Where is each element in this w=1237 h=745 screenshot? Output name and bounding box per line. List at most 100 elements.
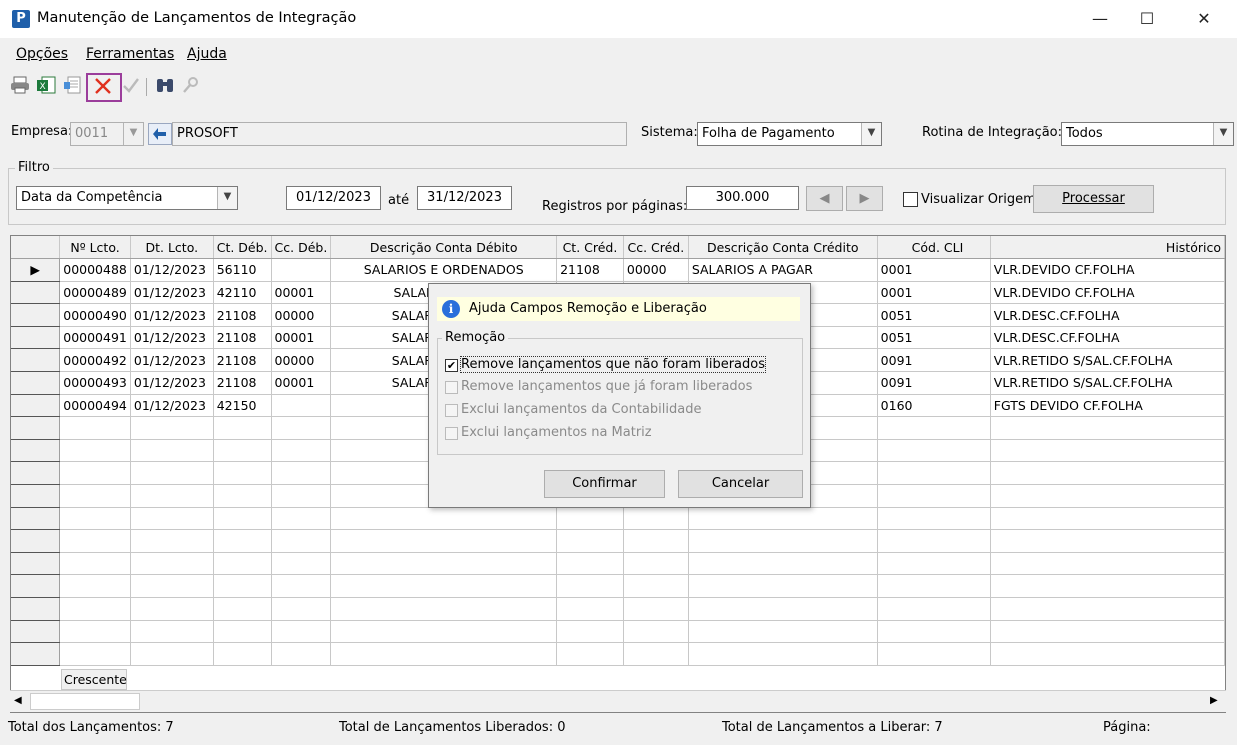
table-cell[interactable]: VLR.RETIDO S/SAL.CF.FOLHA [990, 371, 1225, 395]
table-cell[interactable]: FGTS DEVIDO CF.FOLHA [990, 394, 1225, 418]
table-cell[interactable]: 0051 [877, 326, 991, 350]
table-cell[interactable]: VLR.DESC.CF.FOLHA [990, 326, 1225, 350]
table-cell[interactable] [271, 461, 332, 486]
table-cell[interactable] [213, 552, 272, 576]
empty-row[interactable] [11, 620, 1225, 644]
table-cell[interactable] [877, 597, 991, 621]
table-cell[interactable] [877, 439, 991, 463]
row-indicator[interactable] [11, 597, 61, 621]
table-cell[interactable] [623, 620, 689, 644]
column-header[interactable]: Nº Lcto. [59, 236, 131, 260]
table-cell[interactable] [877, 529, 991, 553]
table-cell[interactable] [130, 574, 214, 598]
table-cell[interactable]: SALARIOS E ORDENADOS [330, 258, 558, 282]
table-cell[interactable] [330, 529, 558, 553]
table-cell[interactable]: 56110 [213, 258, 272, 282]
table-cell[interactable] [688, 620, 878, 644]
table-cell[interactable] [213, 620, 272, 644]
column-header[interactable]: Descrição Conta Débito [330, 236, 558, 260]
table-cell[interactable]: VLR.DESC.CF.FOLHA [990, 303, 1225, 327]
empty-row[interactable] [11, 552, 1225, 576]
table-cell[interactable] [213, 416, 272, 440]
excel-export-icon[interactable]: X [35, 76, 57, 98]
delete-x-icon[interactable] [92, 76, 114, 98]
table-cell[interactable] [130, 529, 214, 553]
table-cell[interactable] [330, 507, 558, 531]
table-cell[interactable] [213, 461, 272, 486]
table-cell[interactable]: 0091 [877, 371, 991, 395]
table-cell[interactable] [688, 529, 878, 553]
row-indicator[interactable] [11, 529, 61, 553]
table-cell[interactable] [877, 416, 991, 440]
table-cell[interactable] [688, 552, 878, 576]
refresh-empresa-button[interactable] [148, 123, 172, 145]
table-cell[interactable] [59, 552, 131, 576]
table-cell[interactable] [623, 552, 689, 576]
table-cell[interactable] [990, 484, 1225, 508]
table-cell[interactable] [271, 574, 332, 598]
column-header[interactable]: Descrição Conta Crédito [688, 236, 878, 260]
table-cell[interactable]: 00000 [271, 303, 332, 327]
scroll-right-icon[interactable]: ▶ [1210, 695, 1218, 706]
date-from-input[interactable]: 01/12/2023 [286, 186, 381, 210]
chevron-down-icon[interactable]: ▼ [217, 187, 237, 209]
date-to-input[interactable]: 31/12/2023 [417, 186, 512, 210]
table-cell[interactable] [130, 439, 214, 463]
table-cell[interactable]: 00001 [271, 326, 332, 350]
row-indicator[interactable] [11, 281, 61, 305]
row-indicator[interactable] [11, 484, 61, 508]
check-icon[interactable] [120, 76, 142, 98]
remove-nao-liberados-checkbox[interactable]: ✔ [445, 359, 458, 372]
row-indicator[interactable] [11, 574, 61, 598]
table-cell[interactable] [59, 484, 131, 508]
table-cell[interactable] [130, 552, 214, 576]
prev-page-button[interactable]: ◀ [806, 186, 843, 211]
table-cell[interactable]: SALARIOS A PAGAR [688, 258, 878, 282]
table-cell[interactable]: 01/12/2023 [130, 371, 214, 395]
printer-icon[interactable] [9, 76, 31, 98]
column-header[interactable]: Cc. Déb. [271, 236, 332, 260]
column-header[interactable]: Cc. Créd. [623, 236, 689, 260]
table-cell[interactable] [213, 484, 272, 508]
table-cell[interactable] [688, 507, 878, 531]
table-cell[interactable]: 00000490 [59, 303, 131, 327]
row-indicator[interactable] [11, 303, 61, 327]
table-cell[interactable] [271, 529, 332, 553]
table-cell[interactable]: 21108 [213, 303, 272, 327]
table-cell[interactable] [990, 552, 1225, 576]
table-cell[interactable] [271, 620, 332, 644]
table-cell[interactable] [59, 574, 131, 598]
processar-button[interactable]: Processar [1033, 185, 1154, 213]
table-cell[interactable] [213, 574, 272, 598]
table-cell[interactable] [688, 642, 878, 666]
table-cell[interactable]: 00000489 [59, 281, 131, 305]
table-cell[interactable] [990, 529, 1225, 553]
table-cell[interactable]: 0091 [877, 348, 991, 373]
table-cell[interactable] [130, 461, 214, 486]
table-cell[interactable] [877, 507, 991, 531]
table-cell[interactable]: 21108 [556, 258, 624, 282]
close-window-button[interactable]: ✕ [1181, 0, 1227, 38]
row-indicator[interactable] [11, 620, 61, 644]
row-indicator[interactable] [11, 461, 61, 486]
table-cell[interactable]: 01/12/2023 [130, 281, 214, 305]
menu-ajuda[interactable]: Ajuda [187, 46, 227, 62]
table-cell[interactable]: 00000 [271, 348, 332, 373]
row-indicator[interactable] [11, 552, 61, 576]
scroll-left-icon[interactable]: ◀ [14, 695, 22, 706]
table-cell[interactable]: 0051 [877, 303, 991, 327]
empty-row[interactable] [11, 529, 1225, 553]
table-cell[interactable] [688, 597, 878, 621]
table-cell[interactable] [59, 439, 131, 463]
table-cell[interactable] [213, 529, 272, 553]
table-cell[interactable] [271, 258, 332, 282]
table-cell[interactable] [556, 574, 624, 598]
row-indicator[interactable] [11, 326, 61, 350]
table-cell[interactable]: VLR.RETIDO S/SAL.CF.FOLHA [990, 348, 1225, 373]
table-cell[interactable] [271, 507, 332, 531]
empty-row[interactable] [11, 597, 1225, 621]
column-header[interactable]: Dt. Lcto. [130, 236, 214, 260]
table-cell[interactable] [877, 574, 991, 598]
chevron-down-icon[interactable]: ▼ [1213, 123, 1233, 145]
table-cell[interactable]: 01/12/2023 [130, 348, 214, 373]
